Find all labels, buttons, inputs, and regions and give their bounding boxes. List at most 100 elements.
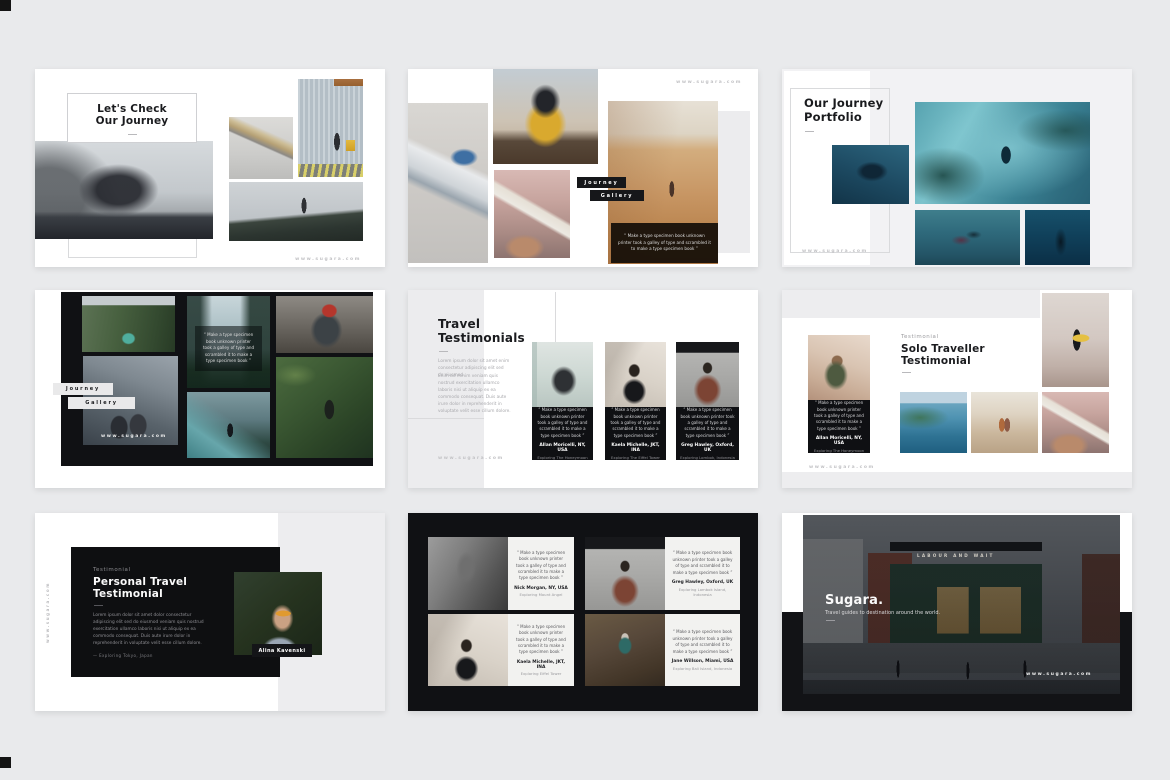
slide-journey-gallery-dark[interactable]: www.sugara.com “ Make a type specimen bo… [35, 290, 385, 488]
slide-lets-check-our-journey[interactable]: Let's Check Our Journey www.sugara.com [35, 69, 385, 267]
website-url: www.sugara.com [809, 465, 875, 470]
testimonial-name: Nick Morgan, NY, USA [514, 586, 568, 591]
testimonial-name: Jane Willson, Miami, USA [671, 659, 734, 664]
testimonial-sub: Exploring The Honeymoon [536, 455, 589, 460]
photo-surfer-yellow-board [1042, 293, 1109, 387]
website-url: www.sugara.com [295, 257, 361, 262]
testimonial-sub: Exploring Bali Island, Indonesia [671, 666, 734, 671]
testimonial-name: Greg Hawley, Oxford, UK [680, 443, 735, 453]
photo-underwater-two-divers [915, 210, 1020, 265]
photo-red-beanie-hiker [276, 296, 373, 353]
label-gallery: Gallery [68, 397, 135, 409]
testimonial-sub: Exploring Lombok, Indonesia [680, 455, 735, 460]
testimonial-sub: Exploring Mount Angel [514, 592, 568, 597]
website-url: www.sugara.com [1026, 672, 1092, 677]
label-journey: Journey [53, 383, 113, 395]
testimonial-card: “ Make a type specimen book unknown prin… [676, 342, 739, 460]
name-badge: Alina Kavenski [252, 644, 312, 657]
photo-jungle-trekker [276, 357, 373, 458]
photo-mountain-road-van [82, 296, 175, 352]
photo-woman-headband [428, 614, 508, 686]
slide-solo-traveller-testimonial[interactable]: “ Make a type specimen book unknown prin… [782, 290, 1132, 488]
testimonial-quote: “ Make a type specimen book unknown prin… [514, 624, 568, 656]
testimonial-card: “ Make a type specimen book unknown prin… [605, 342, 666, 460]
website-url: www.sugara.com [101, 434, 167, 439]
backdrop-panel-top [782, 290, 1040, 318]
website-url: www.sugara.com [676, 80, 742, 85]
photo-yellow-jacket-traveler [493, 69, 598, 164]
testimonial-panel: “ Make a type specimen book unknown prin… [665, 537, 740, 610]
photo-underwater-freediver [1025, 210, 1090, 265]
slide-title: Our Journey Portfolio [804, 97, 883, 124]
brand-subtitle: Travel guides to destination around the … [825, 610, 940, 616]
photo-beach-surfboard [1042, 392, 1109, 453]
slide-four-testimonials-dark[interactable]: “ Make a type specimen book unknown prin… [408, 513, 758, 711]
website-url: www.sugara.com [438, 456, 504, 461]
slide-journey-gallery-light[interactable]: www.sugara.com “ Make a type specimen bo… [408, 69, 758, 267]
photo-underwater-snorkeler-top [915, 102, 1090, 204]
testimonial-text: “ Make a type specimen book unknown prin… [676, 407, 739, 460]
testimonial-panel: “ Make a type specimen book unknown prin… [508, 537, 574, 610]
hairline-vertical [555, 292, 556, 344]
photo-caption: “ Make a type specimen book unknown prin… [611, 223, 718, 263]
testimonial-panel: “ Make a type specimen book unknown prin… [665, 614, 740, 686]
photo-beach-surfboard-legs [494, 170, 570, 258]
divider-dash [902, 372, 911, 373]
slide-our-journey-portfolio[interactable]: Our Journey Portfolio www.sugara.com [782, 69, 1132, 267]
slide-title: Travel Testimonials [438, 317, 525, 345]
testimonial-name: Allan Moricelli, NY, USA [536, 443, 589, 453]
slide-sugara-cover[interactable]: LABOUR AND WAIT Sugara. Travel guides to… [782, 513, 1132, 711]
slide-travel-testimonials[interactable]: Travel Testimonials Lorem ipsum dolor si… [408, 290, 758, 488]
slide-title: Personal Travel Testimonial [93, 576, 187, 601]
testimonial-text: “ Make a type specimen book unknown prin… [605, 407, 666, 460]
photo-man-maroon-shirt [585, 537, 665, 610]
testimonial-name: Greg Hawley, Oxford, UK [671, 580, 734, 585]
testimonial-panel: “ Make a type specimen book unknown prin… [508, 614, 574, 686]
photo-traveler-warm-light [808, 335, 870, 400]
corner-mark [0, 0, 11, 11]
photo-man-maroon-shirt [676, 342, 739, 407]
testimonial-quote: “ Make a type specimen book unknown prin… [609, 407, 662, 439]
testimonial-quote: “ Make a type specimen book unknown prin… [671, 629, 734, 655]
photo-man-in-tree-bw [428, 537, 508, 610]
testimonial-name: Kaela Michelle, JKT, INA [609, 443, 662, 453]
slide-title: Let's Check Our Journey [68, 94, 196, 128]
testimonial-quote: “ Make a type specimen book unknown prin… [671, 550, 734, 576]
testimonial-sub: Exploring Eiffel Tower [514, 671, 568, 676]
testimonial-text: “ Make a type specimen book unknown prin… [808, 400, 870, 453]
testimonial-quote: “ Make a type specimen book unknown prin… [536, 407, 589, 439]
eyebrow-label: Testimonial [901, 334, 939, 340]
slide-title: Solo Traveller Testimonial [901, 343, 985, 368]
testimonial-card: “ Make a type specimen book unknown prin… [532, 342, 593, 460]
divider-dash [94, 605, 103, 606]
title-box: Let's Check Our Journey [67, 93, 197, 143]
photo-woman-orange-glasses [234, 572, 322, 655]
photo-plane-wing [229, 117, 293, 179]
photo-mountain-hiker [229, 182, 363, 241]
divider-dash [128, 134, 137, 135]
photo-man-on-scaffold [532, 342, 593, 407]
testimonial-paragraph: Lorem ipsum dolor sit amet dolor consect… [93, 612, 213, 647]
photo-underwater-diver-small [832, 145, 909, 204]
photo-beach-couple [971, 392, 1038, 453]
photo-woman-on-car-roof [35, 141, 213, 239]
testimonial-sub: Exploring Lombok Island, Indonesia [671, 587, 734, 597]
testimonial-text: “ Make a type specimen book unknown prin… [532, 407, 593, 460]
corner-mark [0, 757, 11, 768]
photo-waterfall-person [187, 392, 270, 458]
photo-tropical-coast [900, 392, 967, 453]
photo-caption: “ Make a type specimen book unknown prin… [195, 326, 262, 371]
label-journey: Journey [577, 177, 626, 188]
backdrop-panel-bottom [782, 472, 1132, 488]
testimonial-name: Allan Moricelli, NY, USA [812, 436, 866, 446]
testimonial-sub: Exploring The Eiffel Tower [609, 455, 662, 460]
slide-personal-travel-testimonial[interactable]: www.sugara.com Testimonial Personal Trav… [35, 513, 385, 711]
photo-hiker-teal-jacket [585, 614, 665, 686]
testimonial-footnote: — Exploring Tokyo, Japan [93, 653, 153, 658]
label-gallery: Gallery [590, 190, 644, 201]
testimonial-card: “ Make a type specimen book unknown prin… [808, 335, 870, 453]
storefront-sign: LABOUR AND WAIT [917, 553, 995, 558]
divider-dash [826, 620, 835, 621]
testimonial-quote: “ Make a type specimen book unknown prin… [514, 550, 568, 582]
intro-paragraph-2: Enim ad minim veniam quis nostrud exerci… [438, 373, 514, 415]
